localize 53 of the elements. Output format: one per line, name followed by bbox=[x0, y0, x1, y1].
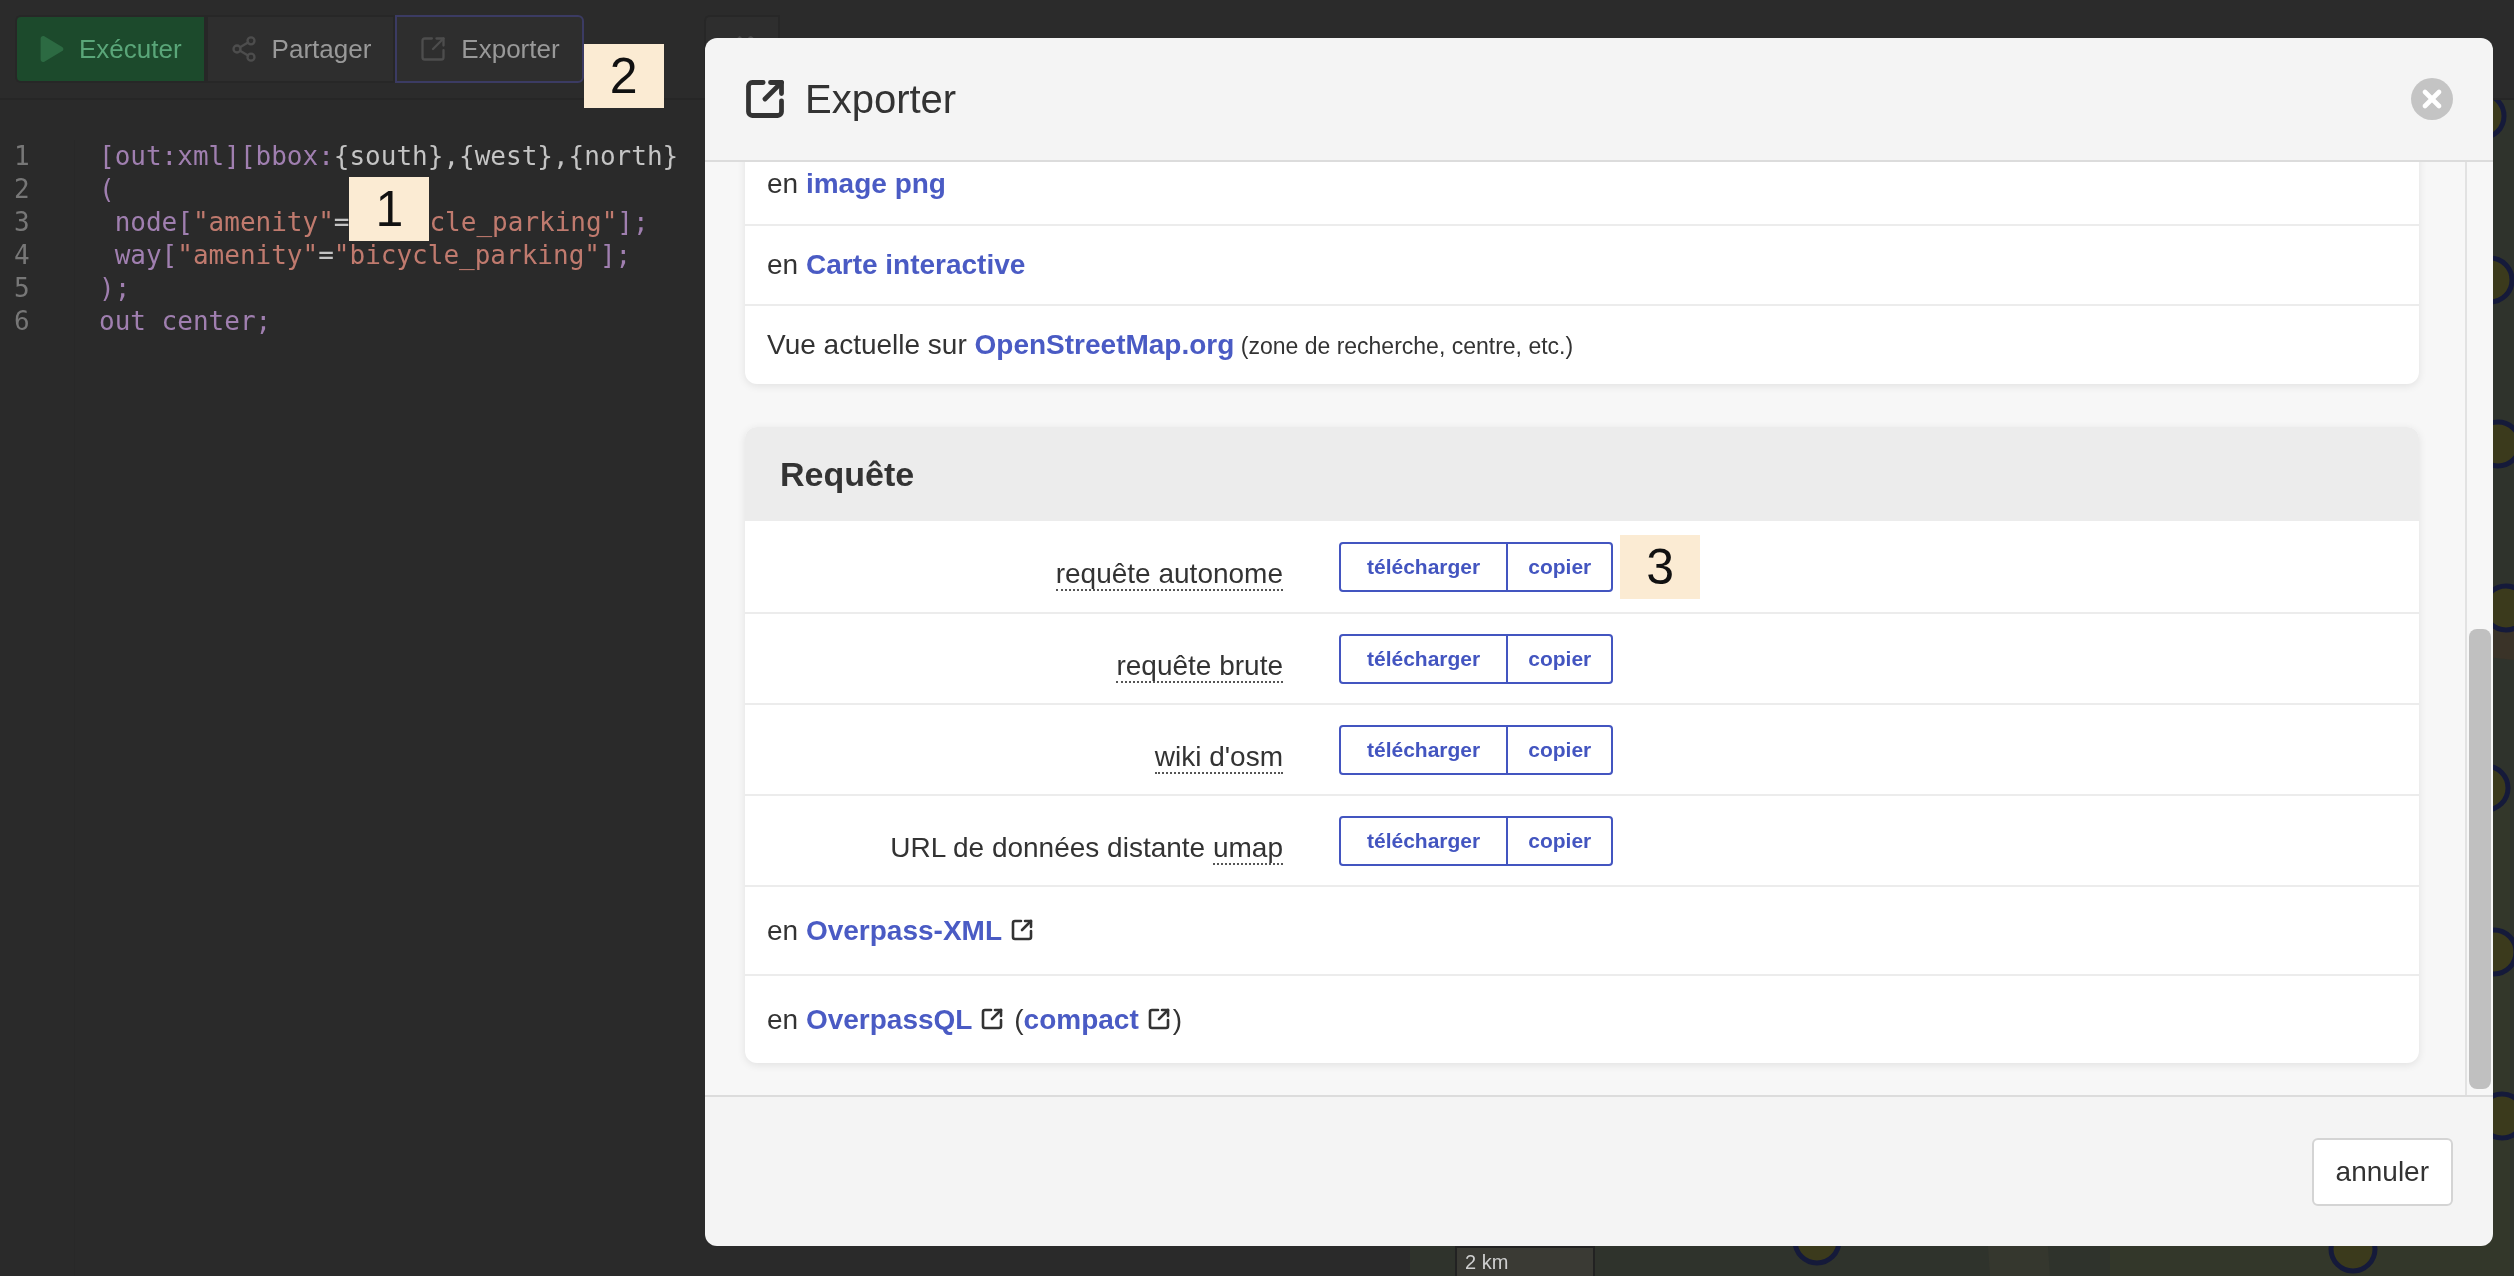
close-button[interactable] bbox=[2411, 78, 2453, 120]
share-icon bbox=[229, 35, 258, 63]
callout-number: 1 bbox=[349, 177, 430, 241]
export-icon bbox=[743, 77, 787, 121]
line-number: 2 bbox=[14, 173, 30, 206]
download-button[interactable]: télécharger bbox=[1339, 633, 1509, 684]
row-label: requête autonome bbox=[1055, 557, 1283, 590]
link[interactable]: Carte interactive bbox=[805, 249, 1026, 280]
run-button[interactable]: Exécuter bbox=[15, 15, 206, 83]
code-line: [out:xml][bbox:{south},{west},{north} bbox=[99, 140, 679, 173]
download-button[interactable]: télécharger bbox=[1339, 724, 1509, 775]
copy-button[interactable]: copier bbox=[1506, 633, 1614, 684]
code-line: out center; bbox=[99, 305, 273, 338]
export-option: en Carte interactive bbox=[767, 249, 1026, 281]
line-number: 1 bbox=[14, 140, 30, 173]
line-number: 4 bbox=[14, 239, 30, 272]
export-option: en OverpassQL (compact ) bbox=[767, 1003, 1183, 1036]
copy-button[interactable]: copier bbox=[1506, 724, 1614, 775]
section-title: Requête bbox=[745, 427, 2419, 521]
download-button[interactable]: télécharger bbox=[1339, 541, 1509, 592]
code-line: ( bbox=[99, 173, 116, 206]
external-link-icon bbox=[980, 1006, 1005, 1031]
link[interactable]: image png bbox=[805, 168, 946, 199]
link[interactable]: compact bbox=[1023, 1003, 1173, 1035]
code-line: ); bbox=[99, 272, 132, 305]
callout-number: 3 bbox=[1620, 534, 1701, 599]
code-line: way["amenity"="bicycle_parking"]; bbox=[113, 239, 633, 272]
dialog-title: Exporter bbox=[805, 76, 958, 122]
download-button[interactable]: télécharger bbox=[1339, 815, 1509, 866]
external-link-icon bbox=[1010, 917, 1034, 942]
row-label: requête brute bbox=[1116, 649, 1283, 682]
row-label: URL de données distante umap bbox=[890, 831, 1283, 864]
line-number: 6 bbox=[14, 305, 30, 338]
link[interactable]: OpenStreetMap.org bbox=[974, 329, 1235, 360]
export-option: en image png bbox=[767, 168, 946, 200]
map-scale: 2 km bbox=[1455, 1246, 1595, 1276]
copy-button[interactable]: copier bbox=[1506, 815, 1614, 866]
scrollbar-thumb[interactable] bbox=[2469, 629, 2491, 1089]
export-option: en Overpass-XML bbox=[767, 914, 1036, 947]
export-button[interactable]: Exporter bbox=[395, 15, 584, 83]
copy-button[interactable]: copier bbox=[1506, 541, 1614, 592]
export-option: Vue actuelle sur OpenStreetMap.org (zone de recherche, centre, etc.) bbox=[767, 329, 1574, 361]
row-label: wiki d'osm bbox=[1154, 740, 1283, 773]
callout-number: 2 bbox=[583, 44, 664, 108]
play-icon bbox=[39, 36, 65, 62]
external-link-icon bbox=[1146, 1006, 1171, 1031]
cancel-button[interactable]: annuler bbox=[2311, 1137, 2453, 1206]
line-number: 3 bbox=[14, 206, 30, 239]
link[interactable]: OverpassQL bbox=[805, 1003, 1007, 1035]
link[interactable]: Overpass-XML bbox=[805, 914, 1036, 946]
export-icon bbox=[419, 35, 448, 63]
line-number: 5 bbox=[14, 272, 30, 305]
share-button[interactable]: Partager bbox=[205, 15, 396, 83]
